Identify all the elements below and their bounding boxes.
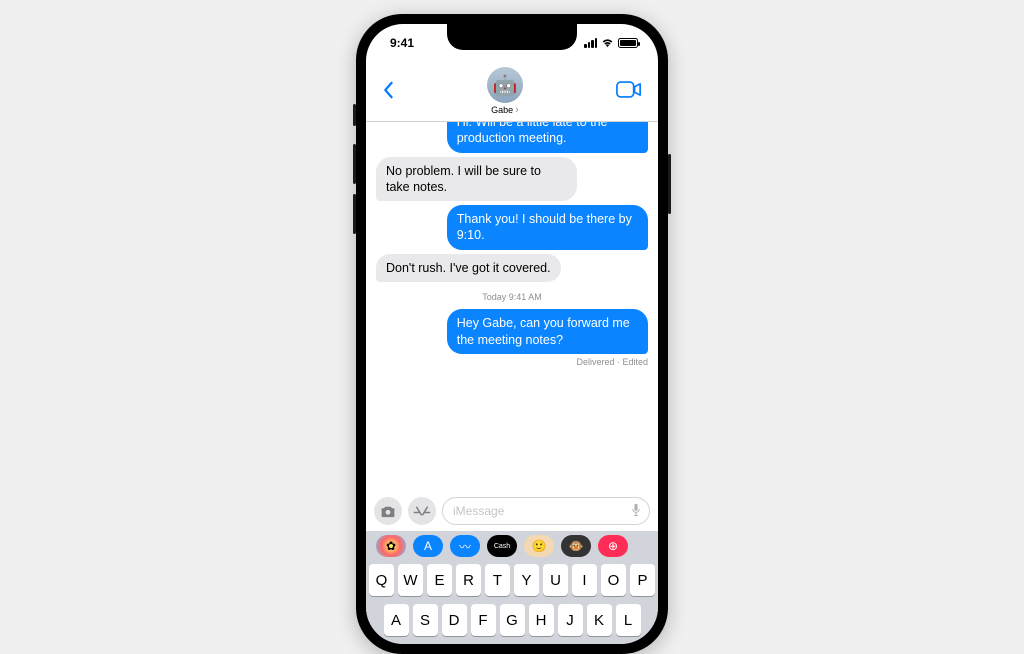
status-time: 9:41 xyxy=(390,36,414,50)
camera-button[interactable] xyxy=(374,497,402,525)
animoji-app[interactable]: 🐵 xyxy=(561,535,591,557)
audio-app[interactable]: 〰 xyxy=(450,535,480,557)
conversation-header: 🤖 Gabe xyxy=(366,62,658,122)
message-list[interactable]: Hi. Will be a little late to the product… xyxy=(366,122,658,493)
key-q[interactable]: Q xyxy=(369,564,394,596)
phone-frame: 9:41 🤖 Gabe Hi. Will be a little late to… xyxy=(356,14,668,654)
input-toolbar: iMessage xyxy=(366,493,658,531)
key-i[interactable]: I xyxy=(572,564,597,596)
keyboard-row-2: ASDFGHJKL xyxy=(369,604,655,636)
facetime-button[interactable] xyxy=(610,75,648,109)
apple-cash[interactable]: Cash xyxy=(487,535,517,557)
battery-icon xyxy=(618,38,638,48)
message-bubble-sent[interactable]: Hey Gabe, can you forward me the meeting… xyxy=(447,309,648,354)
key-a[interactable]: A xyxy=(384,604,409,636)
message-bubble-received[interactable]: No problem. I will be sure to take notes… xyxy=(376,157,577,202)
app-store[interactable]: A xyxy=(413,535,443,557)
notch xyxy=(447,24,577,50)
keyboard: QWERTYUIOP ASDFGHJKL xyxy=(366,563,658,644)
back-button[interactable] xyxy=(376,73,400,111)
wifi-icon xyxy=(601,38,614,48)
key-d[interactable]: D xyxy=(442,604,467,636)
key-g[interactable]: G xyxy=(500,604,525,636)
key-y[interactable]: Y xyxy=(514,564,539,596)
dictate-button[interactable] xyxy=(631,503,641,520)
key-s[interactable]: S xyxy=(413,604,438,636)
apps-button[interactable] xyxy=(408,497,436,525)
screen: 9:41 🤖 Gabe Hi. Will be a little late to… xyxy=(366,24,658,644)
contact-info[interactable]: 🤖 Gabe xyxy=(487,67,523,116)
cellular-icon xyxy=(584,38,597,48)
timestamp-divider: Today 9:41 AM xyxy=(482,292,542,304)
delivery-status: Delivered · Edited xyxy=(576,357,648,369)
key-r[interactable]: R xyxy=(456,564,481,596)
contact-avatar: 🤖 xyxy=(487,67,523,103)
key-f[interactable]: F xyxy=(471,604,496,636)
app-drawer: ✿ A 〰 Cash 🙂 🐵 ⊕ xyxy=(366,531,658,563)
contact-name: Gabe xyxy=(491,104,519,116)
key-t[interactable]: T xyxy=(485,564,510,596)
key-e[interactable]: E xyxy=(427,564,452,596)
keyboard-row-1: QWERTYUIOP xyxy=(369,564,655,596)
photos-app[interactable]: ✿ xyxy=(376,535,406,557)
key-u[interactable]: U xyxy=(543,564,568,596)
message-input[interactable]: iMessage xyxy=(442,497,650,525)
status-indicators xyxy=(584,38,638,48)
message-bubble-sent[interactable]: Hi. Will be a little late to the product… xyxy=(447,122,648,153)
input-placeholder: iMessage xyxy=(453,504,504,518)
message-bubble-received[interactable]: Don't rush. I've got it covered. xyxy=(376,254,561,282)
key-l[interactable]: L xyxy=(616,604,641,636)
key-p[interactable]: P xyxy=(630,564,655,596)
key-h[interactable]: H xyxy=(529,604,554,636)
key-o[interactable]: O xyxy=(601,564,626,596)
key-w[interactable]: W xyxy=(398,564,423,596)
key-k[interactable]: K xyxy=(587,604,612,636)
search-app[interactable]: ⊕ xyxy=(598,535,628,557)
message-bubble-sent[interactable]: Thank you! I should be there by 9:10. xyxy=(447,205,648,250)
key-j[interactable]: J xyxy=(558,604,583,636)
memoji-app[interactable]: 🙂 xyxy=(524,535,554,557)
